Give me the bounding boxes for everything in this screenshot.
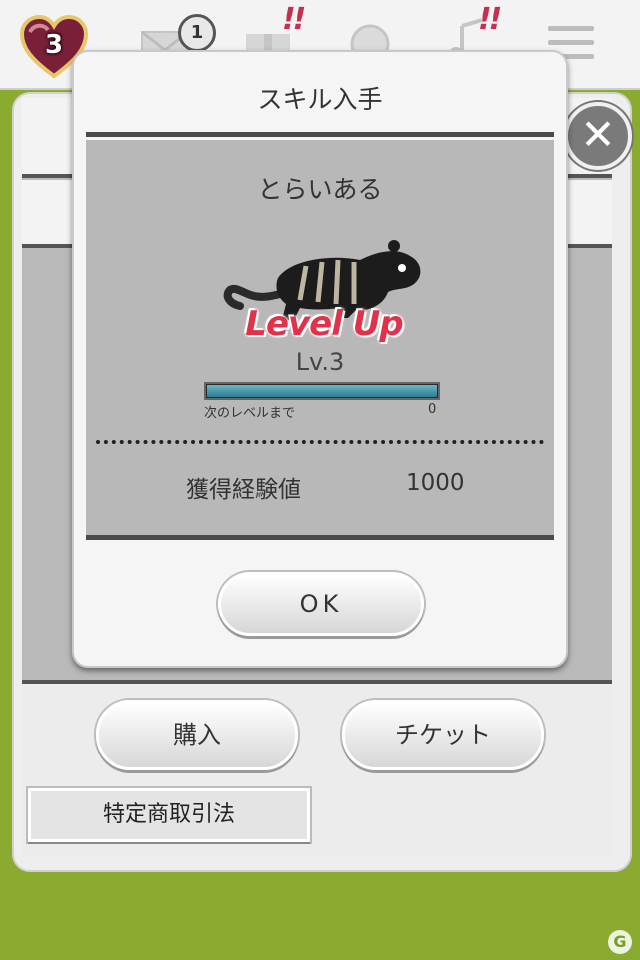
dialog-title: スキル入手: [257, 85, 383, 114]
next-level-label: 次のレベルまで: [204, 406, 296, 421]
dotted-divider: [96, 440, 544, 444]
ok-button[interactable]: OK: [218, 572, 424, 636]
skill-name: とらいある: [257, 175, 383, 204]
ticket-button[interactable]: チケット: [342, 700, 544, 770]
music-alert: !!: [478, 2, 502, 37]
mail-count-badge: 1: [178, 14, 216, 52]
exp-gained-label: 獲得経験値: [186, 477, 301, 503]
level-text: Lv.3: [295, 348, 345, 376]
exp-progress-bar: [204, 382, 440, 400]
exp-gained-value: 1000: [406, 470, 465, 496]
divider: [22, 680, 612, 684]
site-logo-icon: G: [608, 930, 632, 954]
gift-alert: !!: [282, 2, 306, 37]
next-level-value: 0: [428, 402, 437, 417]
divider: [86, 132, 554, 137]
level-up-label: Level Up: [245, 304, 403, 344]
commercial-law-button[interactable]: 特定商取引法: [28, 788, 310, 842]
skill-acquired-dialog: スキル入手 とらいある Level Up Lv.3 次のレベルまで 0 獲得経験…: [72, 50, 568, 668]
buy-button[interactable]: 購入: [96, 700, 298, 770]
close-icon[interactable]: ✕: [564, 102, 632, 170]
exp-progress-fill: [207, 385, 437, 397]
divider: [86, 535, 554, 540]
